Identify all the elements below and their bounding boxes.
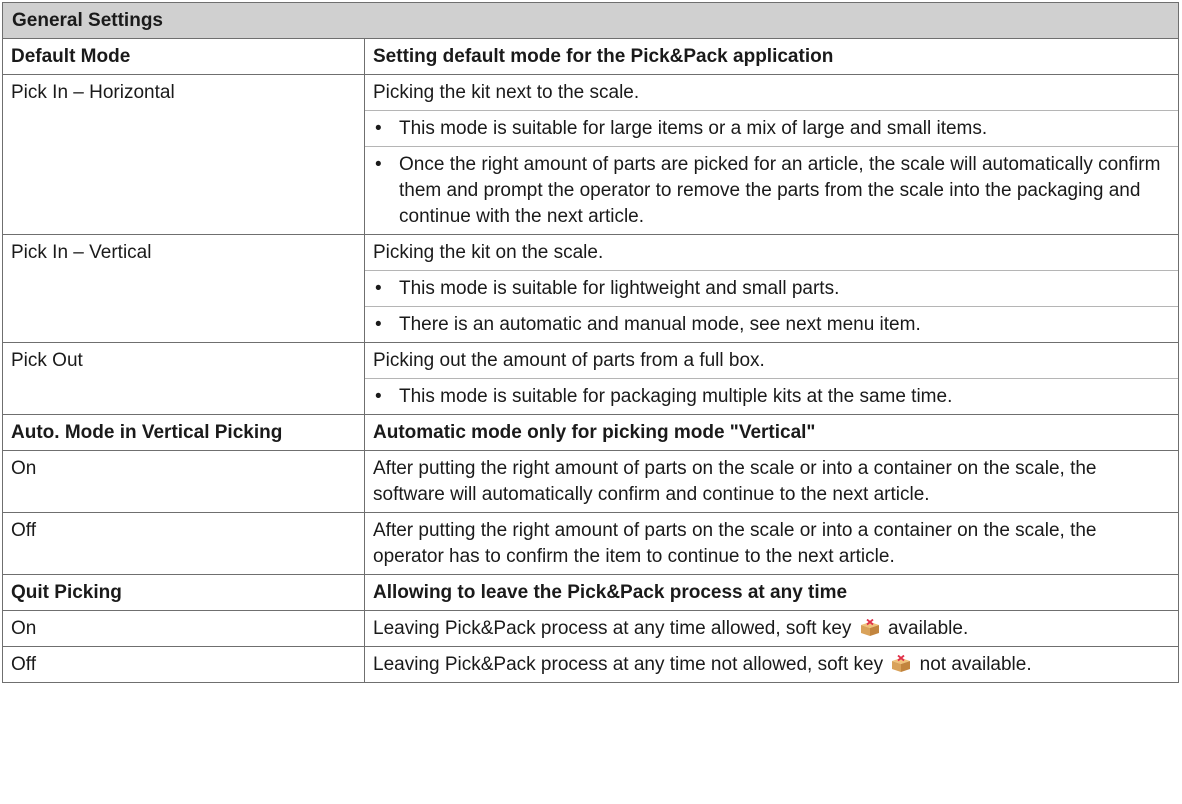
bullet-item: • This mode is suitable for lightweight a… xyxy=(365,270,1178,306)
section-desc: Automatic mode only for picking mode "Ve… xyxy=(364,414,1179,451)
row-desc: Picking out the amount of parts from a f… xyxy=(364,342,1179,415)
section-key: Default Mode xyxy=(2,38,365,75)
row-desc: After putting the right amount of parts … xyxy=(364,450,1179,513)
row-text-before: Leaving Pick&Pack process at any time no… xyxy=(373,654,884,675)
row-key: Pick Out xyxy=(2,342,365,415)
section-header-auto-mode: Auto. Mode in Vertical Picking Automatic… xyxy=(2,414,1179,451)
section-key: Quit Picking xyxy=(2,574,365,611)
bullet-text: This mode is suitable for packaging mult… xyxy=(399,386,953,407)
row-key: Pick In – Vertical xyxy=(2,234,365,343)
table-row: Pick In – Vertical Picking the kit on th… xyxy=(2,234,1179,343)
section-key: Auto. Mode in Vertical Picking xyxy=(2,414,365,451)
bullet-dot: • xyxy=(375,386,382,407)
table-row: Pick Out Picking out the amount of parts… xyxy=(2,342,1179,415)
table-title: General Settings xyxy=(2,2,1179,39)
row-desc: Leaving Pick&Pack process at any time no… xyxy=(364,646,1179,683)
row-desc: Picking the kit next to the scale. • This… xyxy=(364,74,1179,235)
table-row: Off After putting the right amount of pa… xyxy=(2,512,1179,575)
row-desc: After putting the right amount of parts … xyxy=(364,512,1179,575)
row-key: Pick In – Horizontal xyxy=(2,74,365,235)
section-header-quit-picking: Quit Picking Allowing to leave the Pick&… xyxy=(2,574,1179,611)
bullet-dot: • xyxy=(375,118,382,139)
page: General Settings Default Mode Setting de… xyxy=(0,0,1182,804)
bullet-text: Once the right amount of parts are picke… xyxy=(399,154,1161,227)
table-row: On Leaving Pick&Pack process at any time… xyxy=(2,610,1179,647)
bullet-item: • Once the right amount of parts are pick… xyxy=(365,146,1178,234)
table-row: On After putting the right amount of par… xyxy=(2,450,1179,513)
row-text-before: Leaving Pick&Pack process at any time al… xyxy=(373,618,852,639)
section-desc: Allowing to leave the Pick&Pack process … xyxy=(364,574,1179,611)
bullet-text: There is an automatic and manual mode, s… xyxy=(399,314,921,335)
row-key: Off xyxy=(2,512,365,575)
row-intro: Picking the kit next to the scale. xyxy=(373,82,640,103)
general-settings-table: General Settings Default Mode Setting de… xyxy=(2,2,1179,683)
bullet-item: • This mode is suitable for packaging mul… xyxy=(365,378,1178,414)
row-key: On xyxy=(2,450,365,513)
row-desc: Leaving Pick&Pack process at any time al… xyxy=(364,610,1179,647)
bullet-text: This mode is suitable for large items or… xyxy=(399,118,988,139)
quit-box-icon xyxy=(859,619,881,637)
bullet-item: • There is an automatic and manual mode, … xyxy=(365,306,1178,342)
bullet-dot: • xyxy=(375,278,382,299)
row-intro: Picking out the amount of parts from a f… xyxy=(373,350,765,371)
row-text-after: available. xyxy=(887,618,969,639)
row-desc: Picking the kit on the scale. • This mode… xyxy=(364,234,1179,343)
bullet-item: • This mode is suitable for large items o… xyxy=(365,110,1178,146)
table-row: Pick In – Horizontal Picking the kit nex… xyxy=(2,74,1179,235)
section-desc: Setting default mode for the Pick&Pack a… xyxy=(364,38,1179,75)
quit-box-icon xyxy=(890,655,912,673)
row-key: On xyxy=(2,610,365,647)
row-text-after: not available. xyxy=(919,654,1032,675)
table-row: Off Leaving Pick&Pack process at any tim… xyxy=(2,646,1179,683)
row-intro: Picking the kit on the scale. xyxy=(373,242,604,263)
bullet-text: This mode is suitable for lightweight an… xyxy=(399,278,840,299)
bullet-dot: • xyxy=(375,314,382,335)
bullet-dot: • xyxy=(375,154,382,175)
row-key: Off xyxy=(2,646,365,683)
section-header-default-mode: Default Mode Setting default mode for th… xyxy=(2,38,1179,75)
